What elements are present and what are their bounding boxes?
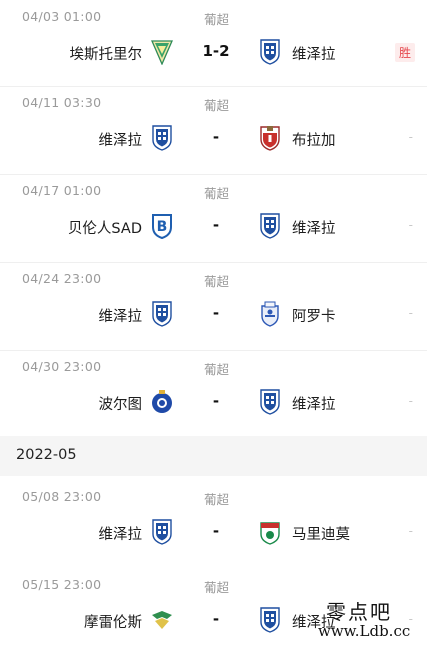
match-row[interactable]: 埃斯托里尔 1-2 维泽拉 胜: [0, 36, 427, 68]
home-team-name: 维泽拉: [98, 527, 143, 543]
vizela-crest-icon: [259, 607, 281, 633]
vizela-crest-icon: [151, 301, 173, 327]
match-date: 04/24 23:00: [22, 271, 102, 286]
away-team-name: 维泽拉: [292, 221, 336, 237]
match-score: -: [212, 522, 220, 540]
watermark: 零点吧 www.Ldb.cc: [318, 596, 427, 649]
league-name: 葡超: [204, 362, 230, 377]
league-name: 葡超: [204, 12, 230, 27]
match-item[interactable]: 04/03 01:00 葡超埃斯托里尔 1-2 维泽拉 胜: [0, 8, 427, 78]
match-row[interactable]: 波尔图 - 维泽拉 -: [0, 386, 427, 418]
league-name: 葡超: [204, 580, 230, 595]
away-team-name: 阿罗卡: [292, 309, 336, 325]
match-result: -: [408, 130, 413, 144]
match-meta: 04/17 01:00 葡超: [0, 182, 427, 202]
month-header-label: 2022-05: [16, 447, 77, 463]
match-score: -: [212, 610, 220, 628]
match-row[interactable]: 维泽拉 - 马里迪莫 -: [0, 516, 427, 548]
match-item[interactable]: 05/08 23:00 葡超维泽拉 - 马里迪莫 -: [0, 488, 427, 558]
match-row[interactable]: 维泽拉 - 布拉加 -: [0, 122, 427, 154]
home-team-name: 摩雷伦斯: [84, 615, 142, 631]
watermark-text: 零点吧: [326, 600, 392, 624]
maritimo-crest-icon: [259, 519, 281, 545]
match-score: -: [212, 216, 220, 234]
row-divider: [0, 350, 427, 351]
match-result: -: [408, 306, 413, 320]
league-name: 葡超: [204, 186, 230, 201]
braga-crest-icon: [259, 125, 281, 151]
vizela-crest-icon: [151, 125, 173, 151]
league-name: 葡超: [204, 492, 230, 507]
match-date: 04/17 01:00: [22, 183, 102, 198]
match-score: -: [212, 128, 220, 146]
home-team-name: 贝伦人SAD: [67, 221, 142, 237]
row-divider: [0, 86, 427, 87]
match-date: 04/03 01:00: [22, 9, 102, 24]
match-item[interactable]: 04/17 01:00 葡超贝伦人SAD B - 维泽拉 -: [0, 182, 427, 252]
match-date: 04/30 23:00: [22, 359, 102, 374]
match-meta: 05/15 23:00 葡超: [0, 576, 427, 596]
home-team-name: 埃斯托里尔: [69, 47, 143, 63]
arouca-crest-icon: [259, 301, 281, 327]
match-date: 04/11 03:30: [22, 95, 102, 110]
away-team-name: 维泽拉: [292, 397, 336, 413]
away-team-name: 布拉加: [292, 133, 336, 149]
porto-crest-icon: [151, 389, 173, 415]
match-meta: 04/11 03:30 葡超: [0, 94, 427, 114]
belenenses-sad-crest-icon: B: [151, 213, 173, 239]
match-meta: 05/08 23:00 葡超: [0, 488, 427, 508]
match-result: -: [408, 394, 413, 408]
match-result: 胜: [394, 43, 415, 62]
league-name: 葡超: [204, 98, 230, 113]
match-date: 05/08 23:00: [22, 489, 102, 504]
away-team-name: 维泽拉: [292, 47, 336, 63]
match-score: 1-2: [202, 42, 230, 60]
match-score: -: [212, 304, 220, 322]
match-item[interactable]: 04/11 03:30 葡超维泽拉 - 布拉加 -: [0, 94, 427, 164]
moreirense-crest-icon: [151, 607, 173, 633]
home-team-name: 波尔图: [98, 397, 143, 413]
vizela-crest-icon: [259, 389, 281, 415]
home-team-name: 维泽拉: [98, 309, 143, 325]
month-header: 2022-05: [0, 436, 427, 476]
row-divider: [0, 174, 427, 175]
match-score: -: [212, 392, 220, 410]
match-meta: 04/03 01:00 葡超: [0, 8, 427, 28]
match-row[interactable]: 贝伦人SAD B - 维泽拉 -: [0, 210, 427, 242]
estoril-crest-icon: [151, 39, 173, 65]
match-row[interactable]: 维泽拉 - 阿罗卡 -: [0, 298, 427, 330]
away-team-name: 马里迪莫: [292, 527, 350, 543]
vizela-crest-icon: [151, 519, 173, 545]
row-divider: [0, 262, 427, 263]
vizela-crest-icon: [259, 39, 281, 65]
vizela-crest-icon: [259, 213, 281, 239]
match-meta: 04/24 23:00 葡超: [0, 270, 427, 290]
match-meta: 04/30 23:00 葡超: [0, 358, 427, 378]
svg-text:B: B: [157, 219, 168, 235]
watermark-url: www.Ldb.cc: [318, 622, 411, 640]
home-team-name: 维泽拉: [98, 133, 143, 149]
league-name: 葡超: [204, 274, 230, 289]
match-result: -: [408, 524, 413, 538]
match-result: -: [408, 218, 413, 232]
match-item[interactable]: 04/24 23:00 葡超维泽拉 - 阿罗卡 -: [0, 270, 427, 340]
match-item[interactable]: 04/30 23:00 葡超波尔图 - 维泽拉 -: [0, 358, 427, 428]
match-date: 05/15 23:00: [22, 577, 102, 592]
